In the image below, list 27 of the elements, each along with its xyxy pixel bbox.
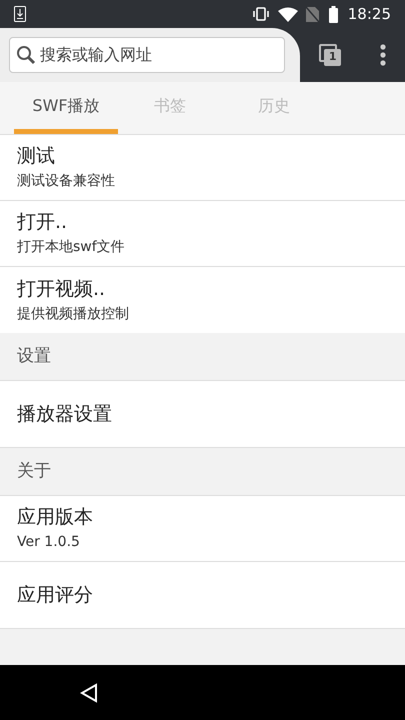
download-icon (14, 6, 26, 22)
search-icon (16, 45, 36, 65)
search-field[interactable]: 搜索或输入网址 (9, 37, 285, 73)
wifi-icon (278, 6, 298, 22)
list-item[interactable]: 测试 测试设备兼容性 (0, 135, 405, 201)
item-title: 应用评分 (17, 583, 94, 607)
item-subtitle: 提供视频播放控制 (17, 304, 130, 324)
item-title: 播放器设置 (17, 402, 113, 426)
item-title: 应用版本 (17, 505, 94, 529)
list-item[interactable]: 打开.. 打开本地swf文件 (0, 201, 405, 267)
item-title: 打开视频.. (17, 276, 106, 300)
no-sim-icon (306, 6, 319, 22)
list-item[interactable]: 打开视频.. 提供视频播放控制 (0, 267, 405, 333)
section-header: 关于 (16, 460, 52, 483)
item-title: 测试 (17, 144, 56, 168)
clock: 18:25 (348, 4, 391, 25)
tab-count: 1 (324, 49, 342, 66)
item-subtitle: Ver 1.0.5 (17, 533, 81, 552)
item-subtitle: 测试设备兼容性 (17, 172, 116, 191)
section-header: 设置 (16, 344, 52, 368)
menu-icon[interactable] (380, 44, 386, 66)
item-subtitle: 打开本地swf文件 (17, 238, 126, 257)
battery-icon (328, 6, 338, 22)
item-title: 打开.. (17, 210, 68, 234)
vibrate-icon (252, 7, 270, 21)
search-input[interactable]: 搜索或输入网址 (40, 43, 278, 67)
back-icon[interactable] (80, 682, 98, 702)
